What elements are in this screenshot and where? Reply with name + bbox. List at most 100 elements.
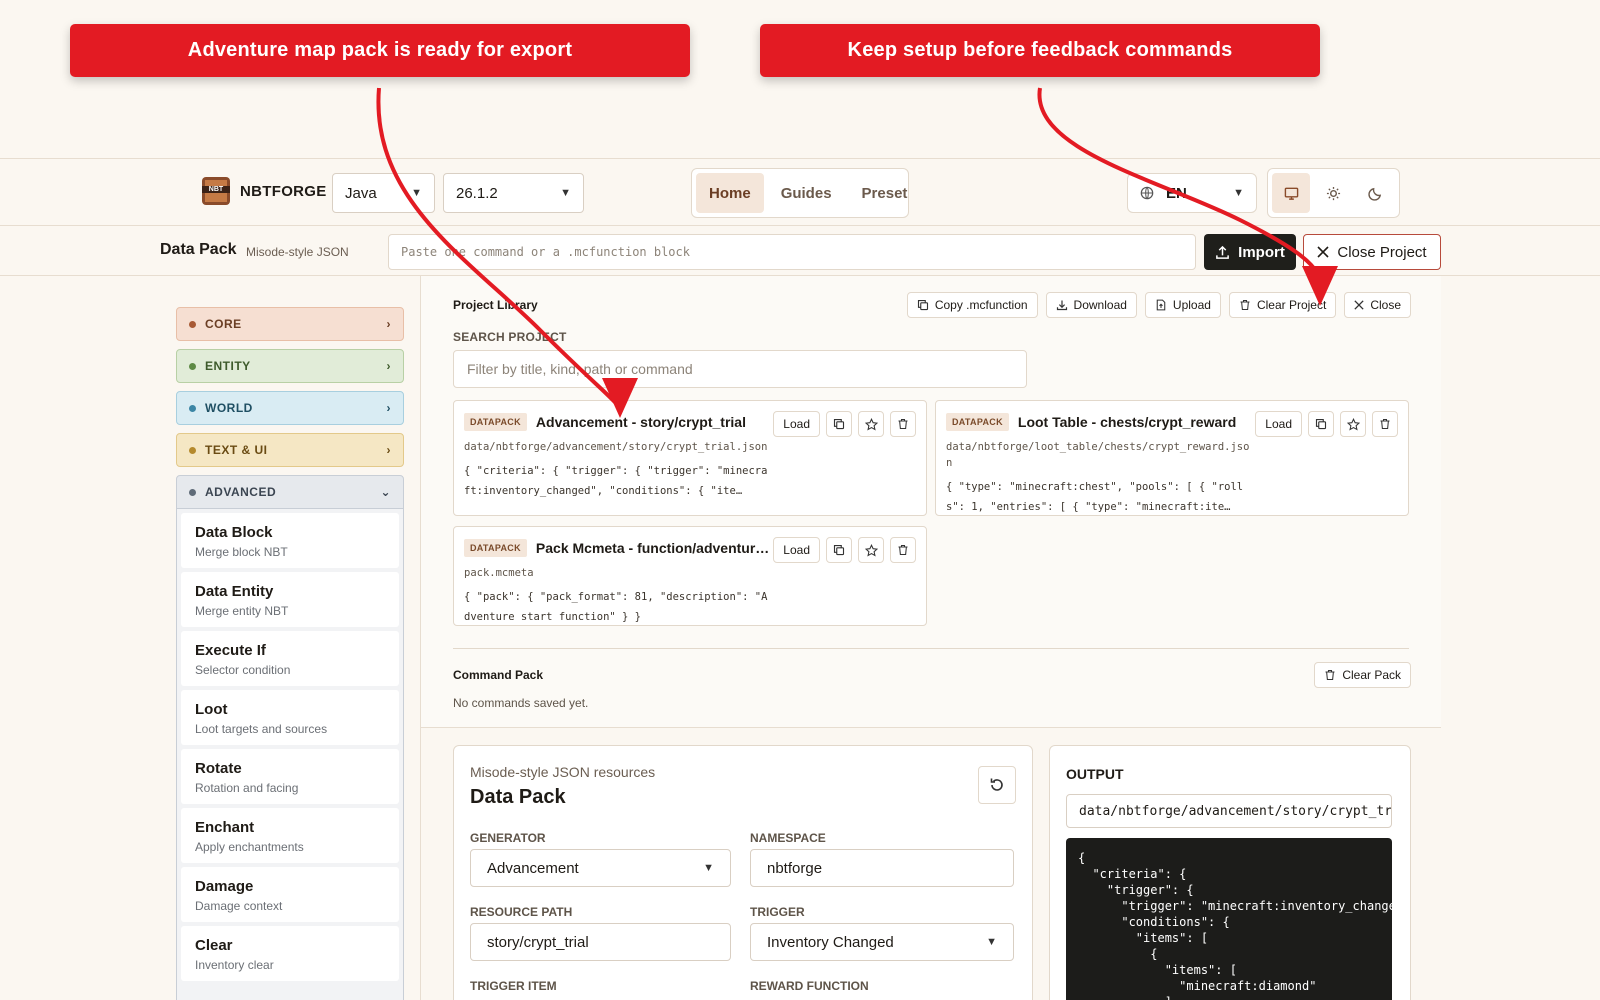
search-input[interactable]: Filter by title, kind, path or command <box>453 350 1027 388</box>
language-select[interactable]: EN ▼ <box>1127 173 1257 213</box>
close-icon <box>1354 300 1364 310</box>
command-pack-title: Command Pack <box>453 668 544 682</box>
generator-select[interactable]: Advancement ▼ <box>470 849 731 887</box>
category-world[interactable]: WORLD › <box>176 391 404 425</box>
duplicate-button[interactable] <box>1308 411 1334 437</box>
moon-icon <box>1367 187 1381 201</box>
reset-icon <box>990 778 1003 791</box>
version-select[interactable]: 26.1.2 ▼ <box>443 173 584 213</box>
sidebar-item-rotate[interactable]: Rotate Rotation and facing <box>181 749 399 804</box>
import-button[interactable]: Import <box>1204 234 1296 270</box>
main-content: Project Library Copy .mcfunction Downloa… <box>420 276 1441 1000</box>
star-icon <box>864 543 878 556</box>
editor-subtitle: Misode-style JSON resources <box>470 764 656 780</box>
sidebar-item-damage[interactable]: Damage Damage context <box>181 867 399 922</box>
card-code: { "criteria": { "trigger": { "trigger": … <box>464 465 768 497</box>
nav-preset[interactable]: Preset <box>849 173 921 213</box>
chevron-down-icon: ▼ <box>560 187 571 199</box>
version-value: 26.1.2 <box>456 184 498 202</box>
command-input[interactable]: Paste one command or a .mcfunction block <box>388 234 1196 270</box>
trash-icon <box>898 418 908 430</box>
namespace-input[interactable]: nbtforge <box>750 849 1014 887</box>
sidebar-item-data-block[interactable]: Data Block Merge block NBT <box>181 513 399 568</box>
clear-pack-button[interactable]: Clear Pack <box>1314 662 1411 688</box>
category-entity[interactable]: ENTITY › <box>176 349 404 383</box>
project-bar: Data Pack Misode-style JSON Paste one co… <box>0 226 1600 276</box>
project-library: Project Library Copy .mcfunction Downloa… <box>421 276 1441 728</box>
category-advanced[interactable]: ADVANCED ⌄ <box>176 475 404 509</box>
brand[interactable]: NBT NBTFORGE <box>202 177 327 205</box>
divider <box>453 648 1409 649</box>
command-pack-empty: No commands saved yet. <box>453 696 589 710</box>
sidebar-item-enchant[interactable]: Enchant Apply enchantments <box>181 808 399 863</box>
load-button[interactable]: Load <box>773 537 820 563</box>
card-code: { "type": "minecraft:chest", "pools": [ … <box>946 481 1244 513</box>
trash-icon <box>1325 669 1335 681</box>
theme-light-button[interactable] <box>1314 173 1352 213</box>
favorite-button[interactable] <box>858 537 884 563</box>
card-actions: Load <box>773 411 916 437</box>
delete-button[interactable] <box>1372 411 1398 437</box>
reward-function-label: REWARD FUNCTION <box>750 979 869 993</box>
trash-icon <box>1240 299 1250 311</box>
card-actions: Load <box>773 537 916 563</box>
edition-select[interactable]: Java ▼ <box>332 173 435 213</box>
theme-dark-button[interactable] <box>1356 173 1394 213</box>
nav-guides[interactable]: Guides <box>768 173 845 213</box>
upload-button[interactable]: Upload <box>1144 292 1221 318</box>
output-code: { "criteria": { "trigger": { "trigger": … <box>1066 838 1392 1000</box>
card-actions: Load <box>1255 411 1398 437</box>
trash-icon <box>1380 418 1390 430</box>
sidebar-item-clear[interactable]: Clear Inventory clear <box>181 926 399 981</box>
trigger-label: TRIGGER <box>750 905 805 919</box>
advanced-list: Data Block Merge block NBT Data Entity Mer… <box>176 509 404 1000</box>
page-title: Data Pack <box>160 241 237 258</box>
category-core[interactable]: CORE › <box>176 307 404 341</box>
trigger-select[interactable]: Inventory Changed ▼ <box>750 923 1014 961</box>
namespace-label: NAMESPACE <box>750 831 826 845</box>
callout-export-ready: Adventure map pack is ready for export <box>70 24 690 77</box>
close-project-button[interactable]: Close Project <box>1303 234 1441 270</box>
favorite-button[interactable] <box>858 411 884 437</box>
generator-label: GENERATOR <box>470 831 546 845</box>
reset-button[interactable] <box>978 766 1016 804</box>
sidebar-item-execute-if[interactable]: Execute If Selector condition <box>181 631 399 686</box>
kind-badge: DATAPACK <box>946 413 1009 431</box>
output-title: OUTPUT <box>1066 766 1124 782</box>
copy-icon <box>917 299 928 311</box>
library-card-pack-mcmeta[interactable]: DATAPACK Pack Mcmeta - function/adventur… <box>453 526 927 626</box>
sidebar-item-data-entity[interactable]: Data Entity Merge entity NBT <box>181 572 399 627</box>
copy-icon <box>833 418 845 430</box>
library-card-advancement[interactable]: DATAPACK Advancement - story/crypt_trial… <box>453 400 927 516</box>
clear-project-button[interactable]: Clear Project <box>1228 292 1337 318</box>
dot-icon <box>189 446 196 454</box>
chevron-down-icon: ⌄ <box>380 485 391 499</box>
resource-path-input[interactable]: story/crypt_trial <box>470 923 731 961</box>
delete-button[interactable] <box>890 537 916 563</box>
star-icon <box>864 417 878 430</box>
download-icon <box>1056 300 1067 311</box>
theme-system-button[interactable] <box>1272 173 1310 213</box>
load-button[interactable]: Load <box>773 411 820 437</box>
duplicate-button[interactable] <box>826 537 852 563</box>
favorite-button[interactable] <box>1340 411 1366 437</box>
output-path-field[interactable]: data/nbtforge/advancement/story/crypt_tr… <box>1066 794 1392 828</box>
sun-icon <box>1326 186 1340 200</box>
language-value: EN <box>1166 184 1187 202</box>
file-upload-icon <box>1156 299 1166 311</box>
copy-mcfunction-button[interactable]: Copy .mcfunction <box>906 292 1038 318</box>
category-text-ui[interactable]: TEXT & UI › <box>176 433 404 467</box>
brand-logo: NBT <box>202 177 230 205</box>
nav-home[interactable]: Home <box>696 173 764 213</box>
sidebar-item-loot[interactable]: Loot Loot targets and sources <box>181 690 399 745</box>
sidebar: CORE › ENTITY › WORLD › TEXT & UI › ADVA… <box>176 307 404 1000</box>
duplicate-button[interactable] <box>826 411 852 437</box>
download-button[interactable]: Download <box>1045 292 1137 318</box>
close-library-button[interactable]: Close <box>1344 292 1411 318</box>
page-subtitle: Misode-style JSON <box>246 245 349 259</box>
load-button[interactable]: Load <box>1255 411 1302 437</box>
delete-button[interactable] <box>890 411 916 437</box>
top-bar: NBT NBTFORGE Java ▼ 26.1.2 ▼ Home Guides… <box>0 158 1600 226</box>
kind-badge: DATAPACK <box>464 413 527 431</box>
library-card-loot-table[interactable]: DATAPACK Loot Table - chests/crypt_rewar… <box>935 400 1409 516</box>
